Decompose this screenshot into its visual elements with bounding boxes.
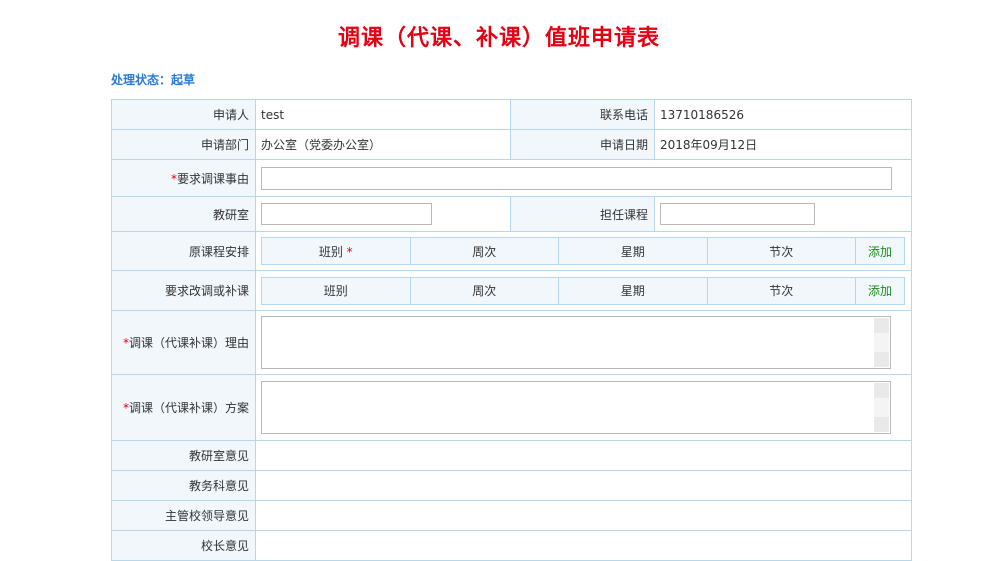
changed-schedule-table: 班别 周次 星期 节次 添加 (261, 276, 905, 305)
scroll-up-icon[interactable] (874, 383, 889, 398)
apply-date-value: 2018年09月12日 (654, 129, 912, 160)
original-col-period: 节次 (706, 237, 856, 265)
applicant-value: test (255, 99, 511, 130)
course-label: 担任课程 (510, 196, 655, 232)
original-add-button[interactable]: 添加 (855, 237, 905, 265)
change-plan-textarea[interactable] (261, 381, 891, 434)
change-plan-scrollbar[interactable] (874, 383, 889, 432)
reason-req-input[interactable] (261, 166, 892, 190)
scroll-down-icon[interactable] (874, 417, 889, 432)
page-title: 调课（代课、补课）值班申请表 (337, 26, 660, 51)
phone-value: 13710186526 (654, 99, 912, 130)
opinion-research-value (255, 440, 912, 471)
changed-schedule-label: 要求改调或补课 (111, 270, 256, 311)
opinion-leader-label: 主管校领导意见 (111, 500, 256, 531)
changed-col-class: 班别 (261, 276, 411, 305)
original-col-week: 周次 (409, 237, 559, 265)
phone-label: 联系电话 (510, 99, 655, 130)
status-label: 处理状态： (111, 73, 172, 87)
opinion-leader-value (255, 500, 912, 531)
original-col-weekday: 星期 (558, 237, 708, 265)
opinion-academic-value (255, 470, 912, 501)
change-reason-label: *调课（代课补课）理由 (111, 310, 256, 375)
original-col-class: 班别 * (261, 237, 411, 265)
change-reason-textarea[interactable] (261, 316, 891, 369)
change-reason-scrollbar[interactable] (874, 318, 889, 367)
changed-col-week: 周次 (409, 276, 559, 305)
department-value: 办公室（党委办公室） (255, 129, 511, 160)
apply-date-label: 申请日期 (510, 129, 655, 160)
research-room-label: 教研室 (111, 196, 256, 232)
original-schedule-table: 班别 * 周次 星期 节次 添加 (261, 237, 905, 265)
changed-col-weekday: 星期 (558, 276, 708, 305)
opinion-president-label: 校长意见 (111, 530, 256, 561)
reason-req-label: *要求调课事由 (111, 159, 256, 197)
opinion-academic-label: 教务科意见 (111, 470, 256, 501)
applicant-label: 申请人 (111, 99, 256, 130)
changed-col-period: 节次 (706, 276, 856, 305)
research-room-input[interactable] (261, 203, 432, 225)
scroll-up-icon[interactable] (874, 318, 889, 333)
course-input[interactable] (660, 203, 815, 225)
change-plan-label: *调课（代课补课）方案 (111, 374, 256, 441)
application-form: 申请人 test 联系电话 13710186526 申请部门 办公室（党委办公室… (111, 99, 912, 561)
scroll-down-icon[interactable] (874, 352, 889, 367)
opinion-president-value (255, 530, 912, 561)
original-schedule-label: 原课程安排 (111, 231, 256, 271)
department-label: 申请部门 (111, 129, 256, 160)
opinion-research-label: 教研室意见 (111, 440, 256, 471)
process-status: 处理状态：起草 (111, 71, 195, 88)
status-value: 起草 (171, 73, 196, 87)
changed-add-button[interactable]: 添加 (855, 276, 905, 305)
